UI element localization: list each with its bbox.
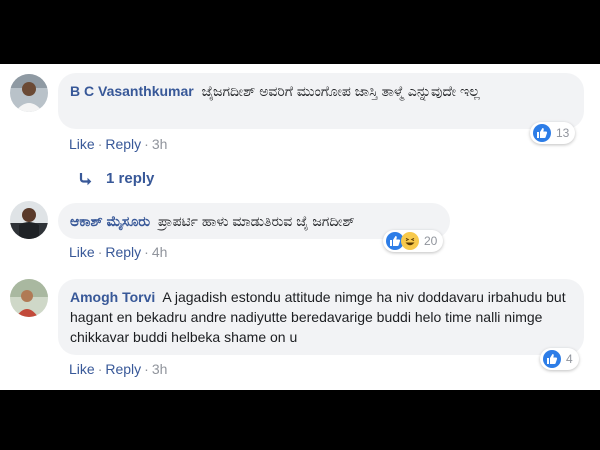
comment-author[interactable]: ಆಕಾಶ್ ಮೈಸೂರು	[70, 213, 150, 229]
comment-time[interactable]: 3h	[152, 136, 168, 152]
avatar[interactable]	[10, 279, 48, 317]
comment-author[interactable]: B C Vasanthkumar	[70, 83, 194, 99]
comment-time[interactable]: 4h	[152, 244, 168, 260]
comment-time[interactable]: 3h	[152, 361, 168, 377]
comment-text: ಜೈಜಗದೀಶ್ ಅವರಿಗೆ ಮುಂಗೋಪ ಜಾಸ್ತಿ ತಾಳ್ಮೆ ಎನ್…	[201, 83, 480, 99]
comment-author[interactable]: Amogh Torvi	[70, 289, 155, 305]
haha-icon	[401, 232, 419, 250]
comment-bubble: Amogh Torvi A jagadish estondu attitude …	[58, 279, 584, 355]
thumbs-up-icon	[543, 350, 561, 368]
reaction-summary[interactable]: 13	[530, 122, 576, 144]
thumbs-up-icon	[533, 124, 551, 142]
reaction-count: 20	[424, 234, 438, 248]
reply-link[interactable]: Reply	[105, 136, 141, 152]
like-link[interactable]: Like	[69, 361, 95, 377]
avatar[interactable]	[10, 74, 48, 112]
comment-text: ಪ್ರಾಪರ್ಟಿ ಹಾಳು ಮಾಡುತಿರುವ ಜೈ ಜಗದೀಶ್	[158, 213, 355, 229]
comments-panel: B C Vasanthkumar ಜೈಜಗದೀಶ್ ಅವರಿಗೆ ಮುಂಗೋಪ …	[0, 64, 600, 390]
comment-actions: Like · Reply · 3h	[69, 361, 168, 377]
reply-link[interactable]: Reply	[105, 361, 141, 377]
replies-count-label: 1 reply	[106, 170, 155, 187]
comment-actions: Like · Reply · 4h	[69, 244, 168, 260]
reply-link[interactable]: Reply	[105, 244, 141, 260]
reaction-count: 13	[556, 126, 570, 140]
comment-actions: Like · Reply · 3h	[69, 136, 168, 152]
like-link[interactable]: Like	[69, 136, 95, 152]
like-link[interactable]: Like	[69, 244, 95, 260]
reaction-count: 4	[566, 352, 573, 366]
reaction-summary[interactable]: 4	[540, 348, 579, 370]
reply-arrow-icon	[79, 172, 92, 185]
view-replies-link[interactable]: 1 reply	[78, 170, 154, 187]
comment-bubble: B C Vasanthkumar ಜೈಜಗದೀಶ್ ಅವರಿಗೆ ಮುಂಗೋಪ …	[58, 73, 584, 129]
avatar[interactable]	[10, 201, 48, 239]
reaction-summary[interactable]: 20	[383, 230, 444, 252]
